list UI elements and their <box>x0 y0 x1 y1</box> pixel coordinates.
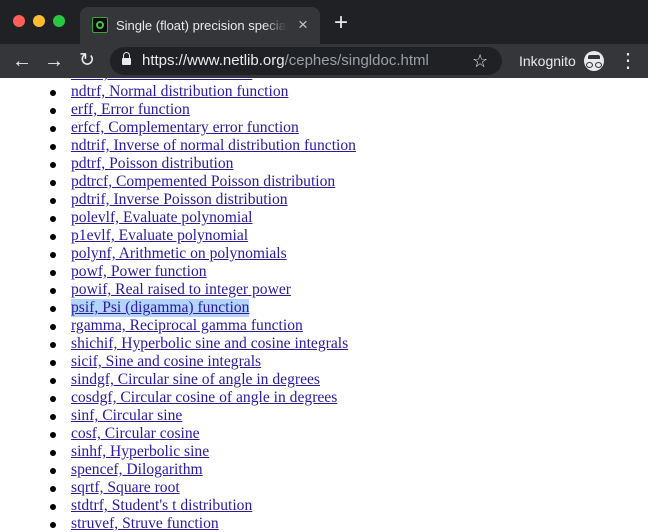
function-link[interactable]: sicif, Sine and cosine integrals <box>71 353 261 371</box>
function-link[interactable]: ndtrif, Inverse of normal distribution f… <box>71 137 356 155</box>
tab-title: Single (float) precision special functio… <box>116 17 286 35</box>
bullet-icon <box>50 144 56 150</box>
window-close-button[interactable] <box>13 15 25 27</box>
function-link[interactable]: spencef, Dilogarithm <box>71 461 203 479</box>
function-link[interactable]: p1evlf, Evaluate polynomial <box>71 227 248 245</box>
function-link[interactable]: sindgf, Circular sine of angle in degree… <box>71 371 320 389</box>
forward-button[interactable]: → <box>42 50 66 72</box>
bullet-icon <box>50 504 56 510</box>
function-link[interactable]: polevlf, Evaluate polynomial <box>71 209 252 227</box>
lock-icon[interactable] <box>122 52 131 67</box>
bullet-icon <box>50 360 56 366</box>
function-link[interactable]: powif, Real raised to integer power <box>71 281 291 299</box>
incognito-icon[interactable] <box>584 51 604 71</box>
function-link[interactable]: stdtrf, Student's t distribution <box>71 497 252 515</box>
bullet-icon <box>50 414 56 420</box>
bullet-icon <box>50 306 56 312</box>
function-link[interactable]: cosf, Circular cosine <box>71 425 200 443</box>
bullet-icon <box>50 450 56 456</box>
function-link[interactable]: cosdgf, Circular cosine of angle in degr… <box>71 389 337 407</box>
bullet-icon <box>50 234 56 240</box>
url-text[interactable]: https://www.netlib.org/cephes/singldoc.h… <box>142 52 429 70</box>
browser-toolbar: ← → ↻ https://www.netlib.org/cephes/sing… <box>0 44 648 78</box>
incognito-label: Inkognito <box>519 53 576 69</box>
reload-button[interactable]: ↻ <box>75 50 99 72</box>
function-link[interactable]: ndtrf, Normal distribution function <box>71 83 288 101</box>
site-favicon-icon <box>92 17 108 33</box>
function-link[interactable]: sinf, Circular sine <box>71 407 182 425</box>
bookmark-star-icon[interactable]: ☆ <box>472 50 488 72</box>
function-link[interactable]: sqrtf, Square root <box>71 479 180 497</box>
function-link[interactable]: sinhf, Hyperbolic sine <box>71 443 209 461</box>
url-host: https://www.netlib.org <box>142 52 285 69</box>
function-link[interactable]: pdtrif, Inverse Poisson distribution <box>71 191 288 209</box>
bullet-icon <box>50 378 56 384</box>
bullet-icon <box>50 108 56 114</box>
function-link[interactable]: pdtrf, Poisson distribution <box>71 155 233 173</box>
window-minimize-button[interactable] <box>33 15 45 27</box>
bullet-icon <box>50 252 56 258</box>
tab-close-icon[interactable]: × <box>294 16 312 34</box>
bullet-icon <box>50 396 56 402</box>
page-content: stdtrf, Student's t distribution ndtrf, N… <box>0 78 648 532</box>
bullet-icon <box>50 432 56 438</box>
bullet-icon <box>50 324 56 330</box>
function-link[interactable]: shichif, Hyperbolic sine and cosine inte… <box>71 335 348 353</box>
address-bar[interactable]: https://www.netlib.org/cephes/singldoc.h… <box>110 47 502 75</box>
function-link[interactable]: erff, Error function <box>71 101 190 119</box>
function-link[interactable]: psif, Psi (digamma) function <box>71 299 250 317</box>
bullet-icon <box>50 342 56 348</box>
more-menu-icon[interactable]: ⋮ <box>618 50 638 72</box>
bullet-icon <box>50 468 56 474</box>
window-maximize-button[interactable] <box>53 15 65 27</box>
tab-active[interactable]: Single (float) precision special functio… <box>80 7 320 44</box>
tab-strip: Single (float) precision special functio… <box>0 0 648 44</box>
bullet-icon <box>50 216 56 222</box>
function-link[interactable]: struvef, Struve function <box>71 515 219 532</box>
bullet-icon <box>50 126 56 132</box>
back-button[interactable]: ← <box>10 50 34 72</box>
function-link[interactable]: powf, Power function <box>71 263 207 281</box>
bullet-icon <box>50 90 56 96</box>
new-tab-button[interactable]: + <box>330 11 352 35</box>
function-link[interactable]: polynf, Arithmetic on polynomials <box>71 245 287 263</box>
bullet-icon <box>50 162 56 168</box>
bullet-icon <box>50 180 56 186</box>
bullet-icon <box>50 522 56 528</box>
function-link[interactable]: pdtrcf, Compemented Poisson distribution <box>71 173 335 191</box>
function-link[interactable]: rgamma, Reciprocal gamma function <box>71 317 303 335</box>
function-link[interactable]: erfcf, Complementary error function <box>71 119 299 137</box>
bullet-icon <box>50 198 56 204</box>
url-path: /cephes/singldoc.html <box>284 52 429 69</box>
bullet-icon <box>50 288 56 294</box>
bullet-icon <box>50 486 56 492</box>
bullet-icon <box>50 270 56 276</box>
